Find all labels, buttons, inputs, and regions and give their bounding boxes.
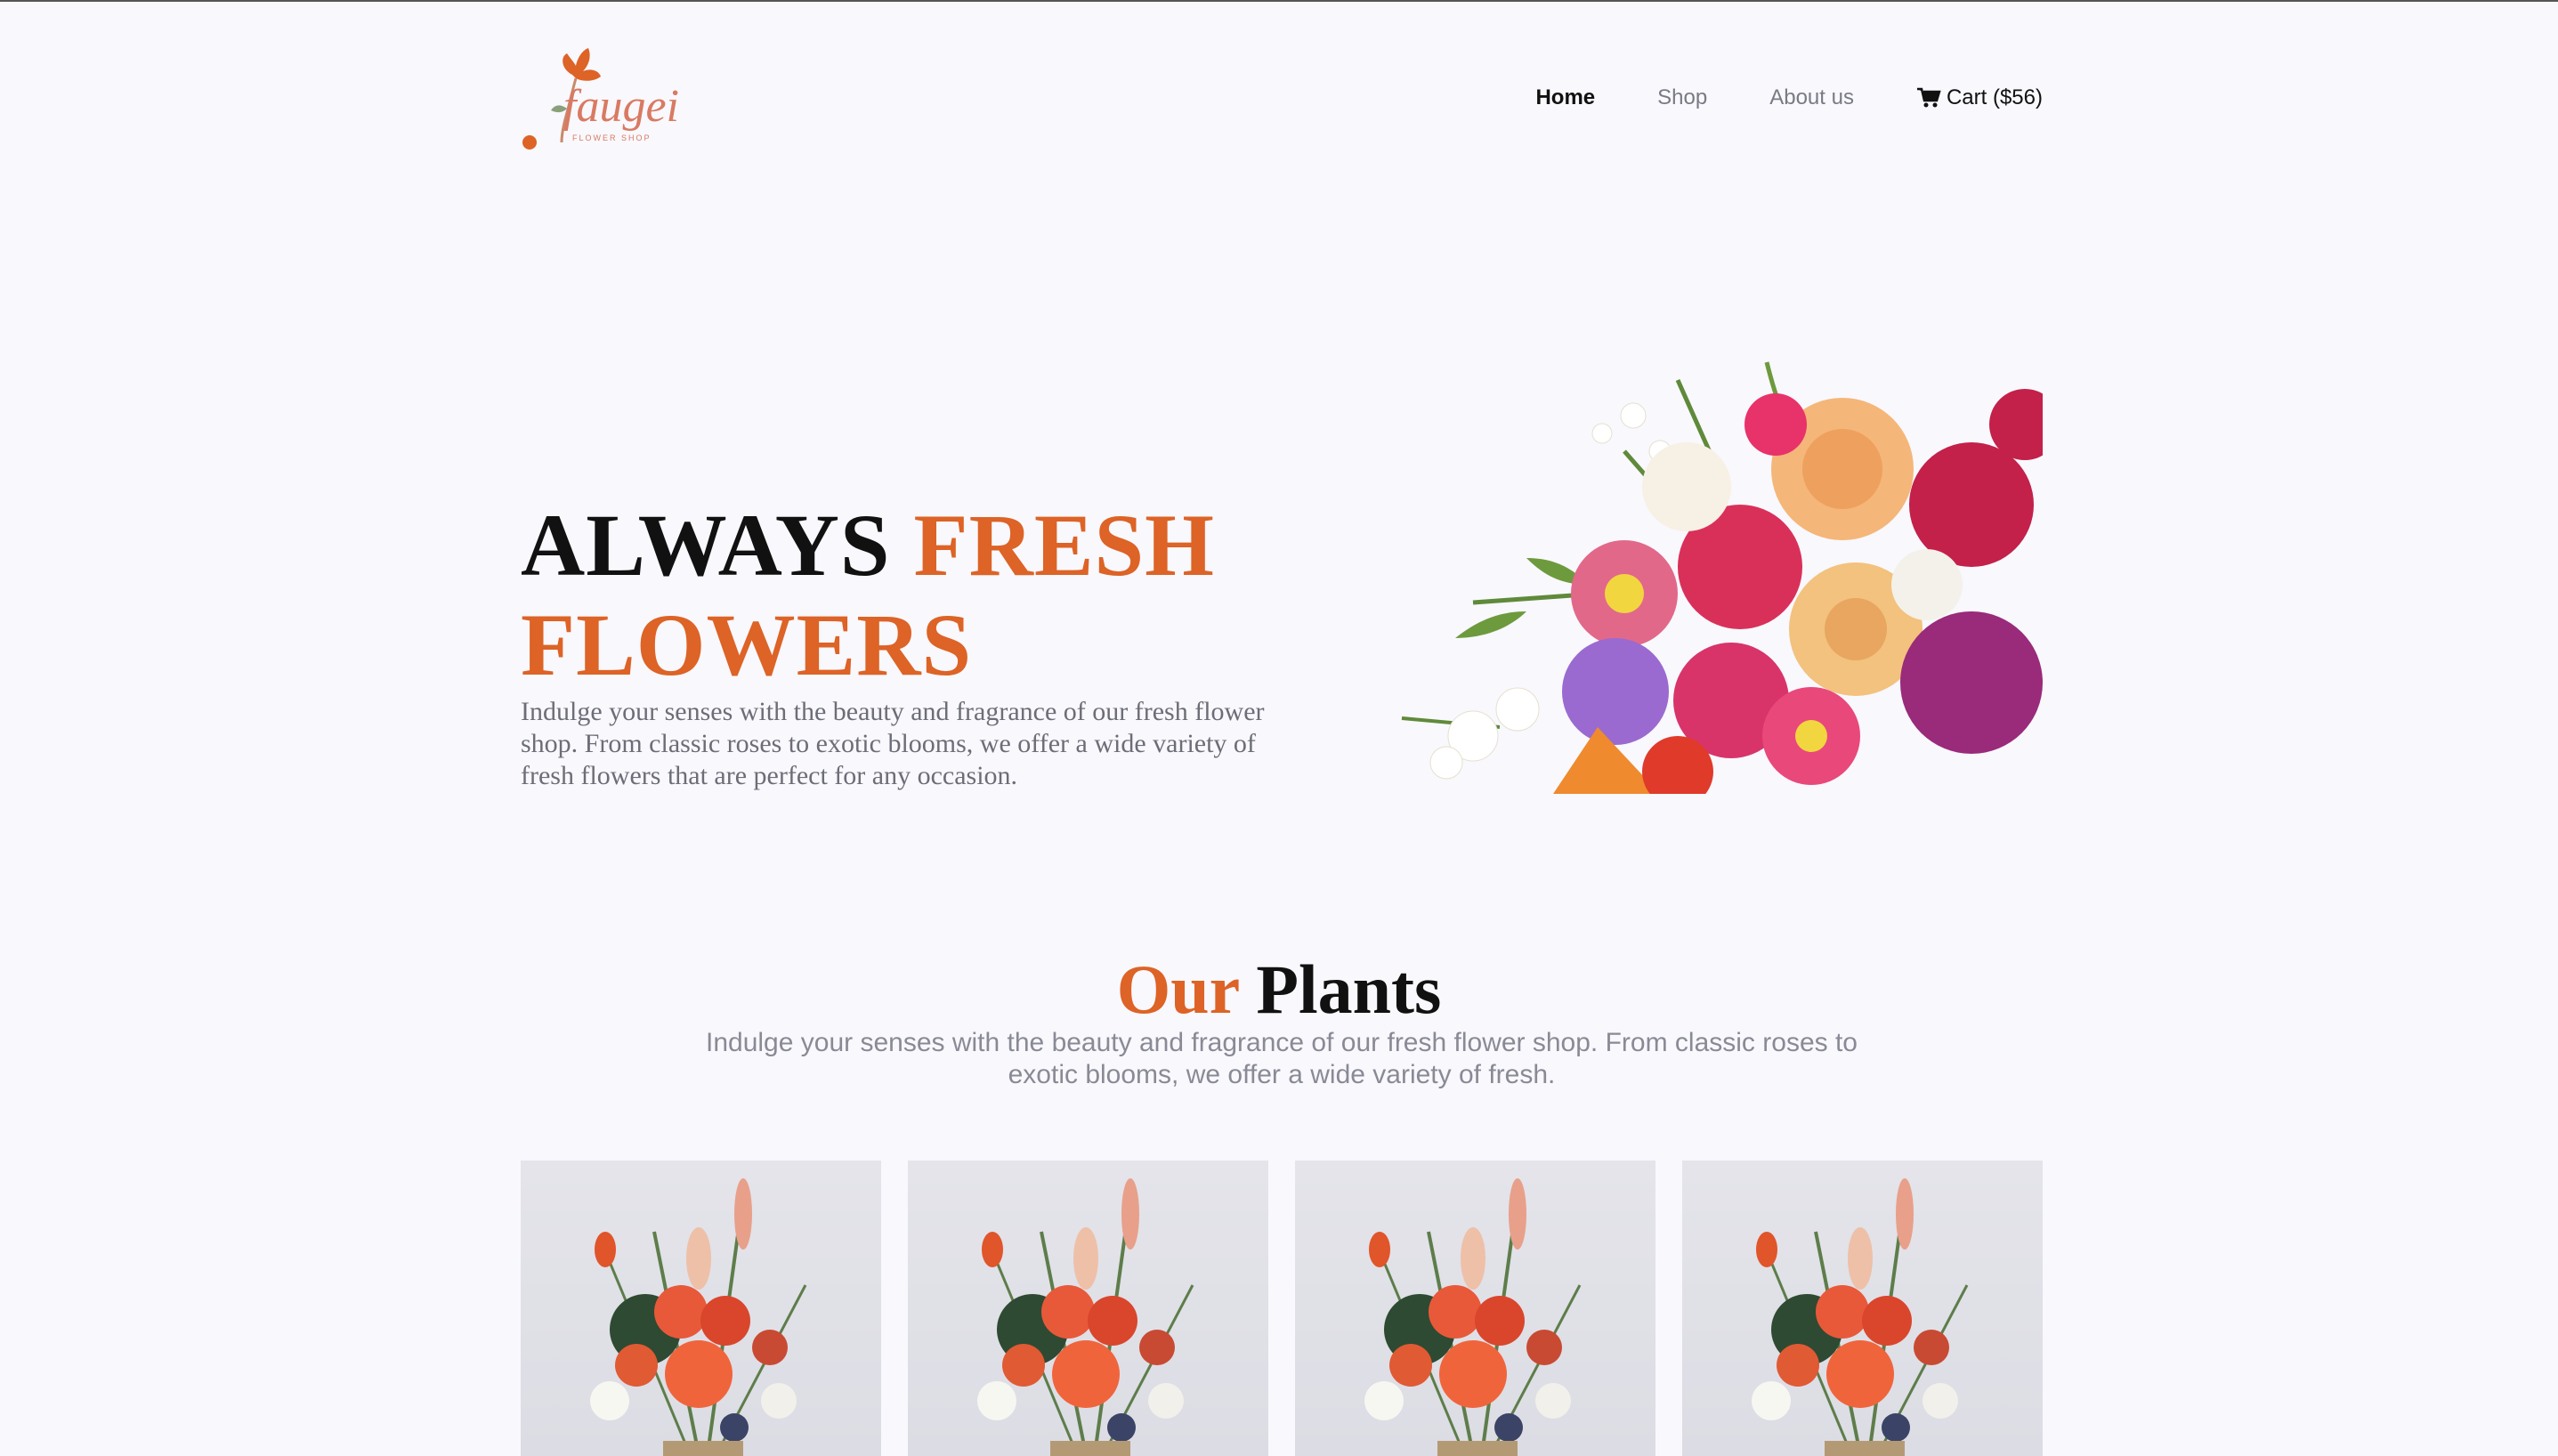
site-header: faugei FLOWER SHOP Home Shop About us Ca… bbox=[521, 37, 2043, 153]
product-card[interactable] bbox=[1295, 1161, 1655, 1456]
cart-label: Cart ($56) bbox=[1946, 85, 2043, 109]
product-card[interactable] bbox=[521, 1161, 881, 1456]
main-nav: Home Shop About us Cart ($56) bbox=[1473, 85, 2043, 110]
nav-shop[interactable]: Shop bbox=[1657, 85, 1707, 110]
product-grid bbox=[521, 1161, 2043, 1456]
brand-logo[interactable]: faugei FLOWER SHOP bbox=[521, 37, 708, 153]
svg-text:FLOWER SHOP: FLOWER SHOP bbox=[572, 133, 652, 142]
flower-vase-image bbox=[590, 1178, 807, 1456]
hero-title-part3: FLOWERS bbox=[521, 595, 973, 694]
hero-title: ALWAYS FRESH FLOWERS bbox=[521, 496, 1322, 695]
hero-title-part1: ALWAYS bbox=[521, 496, 914, 595]
nav-about-us[interactable]: About us bbox=[1769, 85, 1854, 110]
flower-vase-image bbox=[1752, 1178, 1969, 1456]
shopping-cart-icon bbox=[1916, 87, 1941, 108]
hero-bouquet-image bbox=[1393, 344, 2060, 807]
section-title: Our Plants bbox=[0, 950, 2558, 1030]
flower-vase-image bbox=[977, 1178, 1194, 1456]
svg-text:faugei: faugei bbox=[563, 81, 679, 132]
flower-bouquet-icon bbox=[1401, 361, 2060, 807]
product-card[interactable] bbox=[908, 1161, 1268, 1456]
hero-title-part2: FRESH bbox=[913, 496, 1215, 595]
faugei-logo-icon: faugei FLOWER SHOP bbox=[522, 48, 679, 150]
section-description: Indulge your senses with the beauty and … bbox=[706, 1028, 1858, 1089]
flower-vase-image bbox=[1364, 1178, 1582, 1456]
hero-description: Indulge your senses with the beauty and … bbox=[521, 697, 1265, 790]
nav-cart[interactable]: Cart ($56) bbox=[1916, 85, 2043, 110]
product-card[interactable] bbox=[1682, 1161, 2043, 1456]
nav-home[interactable]: Home bbox=[1535, 85, 1595, 110]
section-title-rest: Plants bbox=[1238, 950, 1442, 1028]
section-title-accent: Our bbox=[1116, 950, 1239, 1028]
